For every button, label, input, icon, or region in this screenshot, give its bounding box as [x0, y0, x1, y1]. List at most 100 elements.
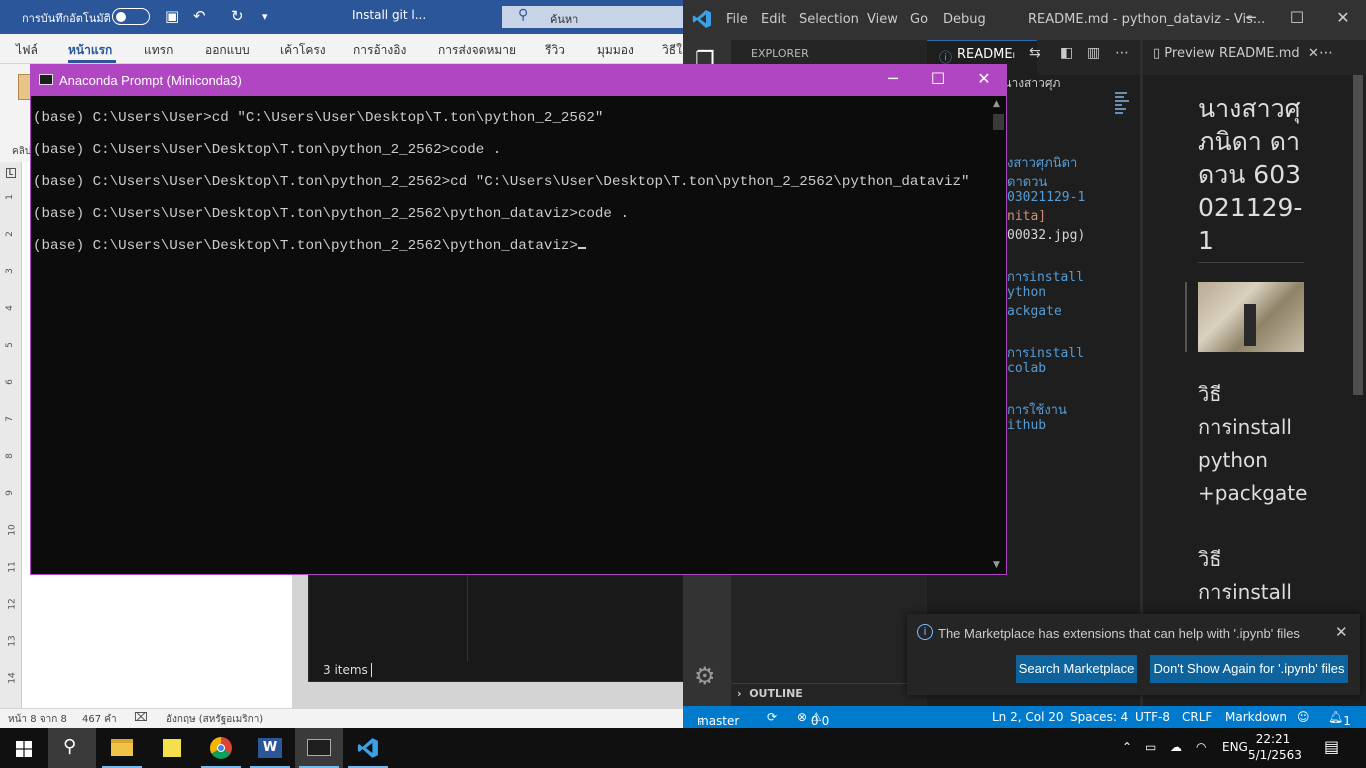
notifications-bell[interactable]: 🔔︎ 1: [1328, 710, 1351, 728]
encoding[interactable]: UTF-8: [1135, 710, 1170, 724]
taskbar-word[interactable]: W: [246, 728, 294, 768]
tab-mailings[interactable]: การส่งจดหมาย: [438, 41, 516, 60]
feedback-smiley-icon[interactable]: ☺: [1297, 710, 1310, 724]
ruler-mark: 9: [4, 490, 15, 496]
sync-icon[interactable]: ⟳: [767, 710, 777, 724]
editor-tab-label: READMEₗ: [957, 47, 1015, 62]
minimize-icon[interactable]: ─: [870, 69, 916, 88]
code-line[interactable]: การinstall: [1007, 266, 1084, 287]
menu-selection[interactable]: Selection: [799, 12, 859, 27]
menu-file[interactable]: File: [726, 12, 748, 27]
tab-view[interactable]: มุมมอง: [597, 41, 634, 60]
customize-toolbar-icon[interactable]: ▾: [262, 10, 268, 23]
close-icon[interactable]: ✕: [1335, 623, 1348, 641]
vscode-status-bar: ⑂ master ⟳ ⊗ 0 ⚠ 0 Ln 2, Col 20 Spaces: …: [683, 706, 1366, 728]
indentation[interactable]: Spaces: 4: [1070, 710, 1128, 724]
autosave-toggle[interactable]: [112, 8, 150, 25]
start-button[interactable]: [0, 728, 48, 768]
code-line[interactable]: ดาดวน: [1007, 171, 1047, 192]
console-scrollbar[interactable]: ▲ ▼: [991, 96, 1006, 574]
code-line[interactable]: colab: [1007, 361, 1046, 376]
taskbar-chrome[interactable]: [197, 728, 245, 768]
line-ending[interactable]: CRLF: [1182, 710, 1212, 724]
search-icon: ⚲: [63, 736, 77, 757]
code-line[interactable]: 00032.jpg): [1007, 228, 1085, 243]
search-marketplace-button[interactable]: Search Marketplace: [1016, 655, 1137, 683]
close-icon[interactable]: ✕: [1304, 46, 1319, 61]
taskbar-sticky-notes[interactable]: [148, 728, 196, 768]
code-line[interactable]: ithub: [1007, 418, 1046, 433]
split-editor-icon[interactable]: ▥: [1087, 45, 1100, 61]
close-icon[interactable]: ✕: [1320, 8, 1366, 27]
status-language[interactable]: อังกฤษ (สหรัฐอเมริกา): [166, 712, 263, 727]
tab-references[interactable]: การอ้างอิง: [353, 41, 406, 60]
terminal-icon: [307, 739, 331, 756]
tab-home[interactable]: หน้าแรก: [68, 41, 112, 60]
code-line[interactable]: 03021129-1: [1007, 190, 1085, 205]
battery-icon[interactable]: ▭: [1145, 740, 1156, 754]
open-preview-icon[interactable]: ◧: [1060, 45, 1073, 61]
error-count: 0: [810, 714, 819, 728]
dont-show-again-button[interactable]: Don't Show Again for '.ipynb' files: [1150, 655, 1348, 683]
problems-indicator[interactable]: ⊗ 0 ⚠ 0: [797, 710, 829, 728]
explorer-header: EXPLORER: [751, 47, 809, 60]
menu-edit[interactable]: Edit: [761, 12, 786, 27]
preview-scrollbar[interactable]: [1353, 75, 1363, 395]
status-page-count[interactable]: หน้า 8 จาก 8: [8, 712, 67, 727]
tab-file[interactable]: ไฟล์: [16, 41, 38, 60]
more-actions-icon[interactable]: ⋯: [1115, 45, 1129, 61]
clock[interactable]: 22:21 5/1/2563: [1248, 731, 1302, 763]
code-line[interactable]: การinstall: [1007, 342, 1084, 363]
open-changes-icon[interactable]: ⇆: [1029, 45, 1041, 61]
onedrive-cloud-icon[interactable]: ☁: [1170, 740, 1182, 754]
cursor-position[interactable]: Ln 2, Col 20: [992, 710, 1064, 724]
console-output[interactable]: (base) C:\Users\User>cd "C:\Users\User\D…: [31, 96, 991, 574]
proofing-icon[interactable]: ⌧: [134, 710, 148, 724]
taskbar-file-explorer[interactable]: [98, 728, 146, 768]
tab-stop-selector[interactable]: L: [6, 168, 16, 178]
prompt-title-bar[interactable]: Anaconda Prompt (Miniconda3) ─ ☐ ✕: [31, 65, 1006, 96]
menu-view[interactable]: View: [867, 12, 898, 27]
tab-preview-readme[interactable]: ▯ Preview README.md ✕: [1153, 46, 1319, 61]
console-line: (base) C:\Users\User\Desktop\T.ton\pytho…: [33, 174, 970, 190]
status-word-count[interactable]: 467 คำ: [82, 712, 117, 727]
markdown-preview: ▯ Preview README.md ✕ ⋯ นางสาวศุภนิดา ดา…: [1143, 40, 1366, 706]
action-center-icon[interactable]: ▤: [1324, 737, 1339, 756]
save-icon[interactable]: ▣: [165, 7, 179, 25]
language-mode[interactable]: Markdown: [1225, 710, 1287, 724]
taskbar-anaconda-prompt[interactable]: [295, 728, 343, 768]
more-actions-icon[interactable]: ⋯: [1319, 45, 1333, 61]
scroll-up-arrow-icon[interactable]: ▲: [993, 99, 1000, 109]
maximize-icon[interactable]: ☐: [915, 69, 961, 88]
wifi-icon[interactable]: ◠: [1196, 740, 1206, 754]
tab-insert[interactable]: แทรก: [144, 41, 173, 60]
code-line[interactable]: nita]: [1007, 209, 1046, 224]
code-line[interactable]: ython: [1007, 285, 1046, 300]
manage-gear-icon[interactable]: ⚙: [694, 662, 716, 690]
minimize-icon[interactable]: ─: [1228, 8, 1274, 27]
code-line[interactable]: งสาวศุภนิดา: [1007, 152, 1077, 173]
show-hidden-icons-icon[interactable]: ⌃: [1122, 740, 1132, 754]
menu-go[interactable]: Go: [910, 12, 928, 27]
redo-icon[interactable]: ↻: [231, 7, 244, 25]
minimap[interactable]: [1115, 92, 1133, 122]
code-line[interactable]: การใช้งาน: [1007, 399, 1067, 420]
outline-section[interactable]: › OUTLINE: [737, 687, 803, 700]
tab-review[interactable]: รีวิว: [545, 41, 565, 60]
menu-debug[interactable]: Debug: [943, 12, 986, 27]
word-search-box[interactable]: ⚲ ค้นหา: [502, 6, 690, 28]
info-icon: i: [917, 624, 933, 640]
maximize-icon[interactable]: ☐: [1274, 8, 1320, 27]
search-button[interactable]: ⚲: [48, 728, 96, 768]
taskbar-vscode[interactable]: [344, 728, 392, 768]
scroll-down-arrow-icon[interactable]: ▼: [993, 560, 1000, 570]
close-icon[interactable]: ✕: [961, 69, 1007, 88]
input-language[interactable]: ENG: [1222, 740, 1248, 754]
tab-layout[interactable]: เค้าโครง: [280, 41, 326, 60]
scroll-thumb[interactable]: [993, 114, 1004, 130]
preview-text-line: วิธี: [1198, 547, 1222, 571]
tab-design[interactable]: ออกแบบ: [205, 41, 250, 60]
code-line[interactable]: ackgate: [1007, 304, 1062, 319]
tab-help[interactable]: วิธีใ: [662, 41, 682, 60]
undo-icon[interactable]: ↶: [193, 7, 206, 25]
